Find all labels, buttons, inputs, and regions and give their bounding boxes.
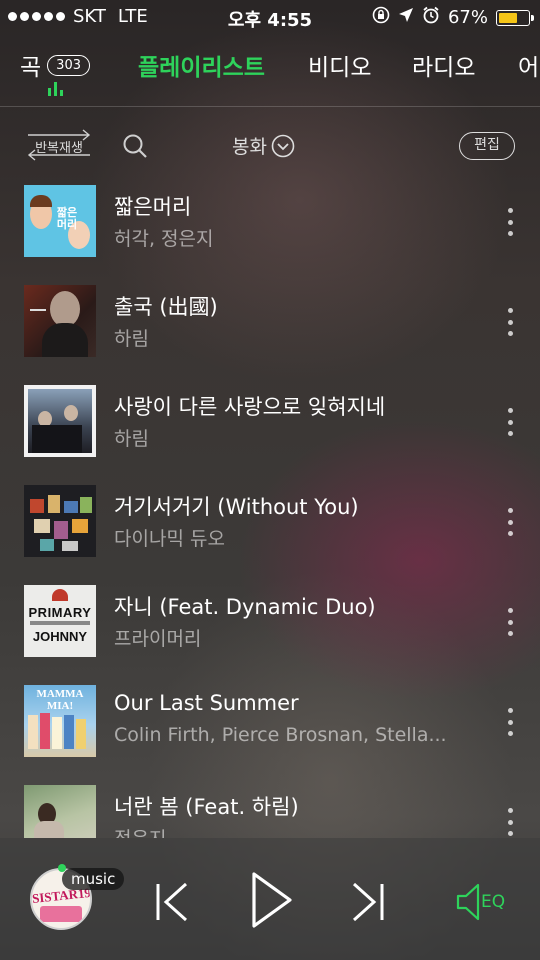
battery-percent: 67% xyxy=(447,7,488,28)
play-button[interactable] xyxy=(250,871,294,933)
album-art: 짧은 머리 xyxy=(24,185,96,257)
tab-radio[interactable]: 라디오 xyxy=(412,48,475,82)
chevron-down-icon xyxy=(271,134,295,157)
play-icon xyxy=(252,872,292,928)
song-count-badge: 303 xyxy=(47,55,90,76)
tab-radio-label: 라디오 xyxy=(412,55,476,81)
album-art-text: PRIMARY xyxy=(28,605,92,620)
song-title: 너란 봄 (Feat. 하림) xyxy=(114,795,299,819)
music-tag: music xyxy=(62,868,125,890)
list-item[interactable]: 출국 (出國) 하림 xyxy=(0,272,540,372)
song-artist: 다이나믹 듀오 xyxy=(114,528,225,550)
mini-player: SISTAR19 music EQ xyxy=(0,838,540,960)
tab-video[interactable]: 비디오 xyxy=(308,48,371,82)
list-item[interactable]: 거기서거기 (Without You) 다이나믹 듀오 xyxy=(0,472,540,572)
speaker-icon xyxy=(456,883,480,921)
song-artist: 프라이머리 xyxy=(114,628,202,650)
song-title: 사랑이 다른 사랑으로 잊혀지네 xyxy=(114,395,386,419)
album-art: PRIMARY JOHNNY xyxy=(24,585,96,657)
list-item[interactable]: 너란 봄 (Feat. 하림) 정은지 xyxy=(0,772,540,838)
tab-playlist-label: 플레이리스트 xyxy=(138,55,265,81)
album-art xyxy=(24,785,96,838)
battery-icon xyxy=(496,9,534,26)
tab-songs[interactable]: 곡 303 xyxy=(20,48,90,82)
status-bar: SKT LTE 오후 4:55 67% xyxy=(0,0,540,34)
list-item[interactable]: PRIMARY JOHNNY 자니 (Feat. Dynamic Duo) 프라… xyxy=(0,572,540,672)
tab-next[interactable]: 어 xyxy=(518,48,539,82)
tab-songs-label: 곡 xyxy=(20,55,42,81)
album-art-text: 짧은 머리 xyxy=(56,206,78,231)
orientation-lock-icon xyxy=(372,6,390,29)
song-title: Our Last Summer xyxy=(114,691,299,715)
eq-label: EQ xyxy=(481,892,506,912)
sort-dropdown[interactable]: 봉화 xyxy=(232,132,295,159)
album-art xyxy=(24,285,96,357)
next-button[interactable] xyxy=(350,882,386,926)
song-title: 거기서거기 (Without You) xyxy=(114,495,359,519)
more-options-icon[interactable] xyxy=(504,708,516,736)
repeat-button[interactable]: 반복재생 xyxy=(24,126,94,164)
album-art xyxy=(24,485,96,557)
location-icon xyxy=(398,7,414,28)
previous-icon xyxy=(156,882,188,922)
playlist-toolbar: 반복재생 봉화 편집 xyxy=(0,118,540,178)
song-list: 짧은 머리 짧은머리 허각, 정은지 출국 (出國) 하림 사랑이 다른 사랑으… xyxy=(0,172,540,838)
tab-playlist[interactable]: 플레이리스트 xyxy=(138,48,265,82)
song-artist: 정은지 xyxy=(114,824,166,838)
more-options-icon[interactable] xyxy=(504,808,516,836)
song-title: 짧은머리 xyxy=(114,195,192,219)
tab-next-label: 어 xyxy=(518,55,540,81)
song-title: 출국 (出國) xyxy=(114,295,218,319)
more-options-icon[interactable] xyxy=(504,608,516,636)
category-tabs: 곡 303 플레이리스트 비디오 라디오 어 xyxy=(0,40,540,107)
list-item[interactable]: 짧은 머리 짧은머리 허각, 정은지 xyxy=(0,172,540,272)
more-options-icon[interactable] xyxy=(504,208,516,236)
album-art-text: MAMMA MIA! xyxy=(36,688,84,712)
tab-video-label: 비디오 xyxy=(308,55,372,81)
song-artist: 하림 xyxy=(114,428,149,450)
alarm-icon xyxy=(422,6,440,29)
list-item[interactable]: 사랑이 다른 사랑으로 잊혀지네 하림 xyxy=(0,372,540,472)
previous-button[interactable] xyxy=(154,882,190,926)
equalizer-indicator-icon xyxy=(48,82,63,96)
list-item[interactable]: MAMMA MIA! Our Last Summer Colin Firth, … xyxy=(0,672,540,772)
song-artist: 허각, 정은지 xyxy=(114,228,214,250)
eq-button[interactable]: EQ xyxy=(456,882,505,922)
edit-button[interactable]: 편집 xyxy=(459,132,515,160)
album-art-text: JOHNNY xyxy=(32,629,88,644)
song-title: 자니 (Feat. Dynamic Duo) xyxy=(114,595,376,619)
album-art xyxy=(24,385,96,457)
repeat-label: 반복재생 xyxy=(35,141,83,156)
more-options-icon[interactable] xyxy=(504,308,516,336)
status-right: 67% xyxy=(372,6,534,29)
sort-label: 봉화 xyxy=(232,136,267,158)
more-options-icon[interactable] xyxy=(504,408,516,436)
song-artist: Colin Firth, Pierce Brosnan, Stella... xyxy=(114,724,447,746)
next-icon xyxy=(352,882,384,922)
album-art: MAMMA MIA! xyxy=(24,685,96,757)
search-icon[interactable] xyxy=(122,133,148,159)
more-options-icon[interactable] xyxy=(504,508,516,536)
song-artist: 하림 xyxy=(114,328,149,350)
